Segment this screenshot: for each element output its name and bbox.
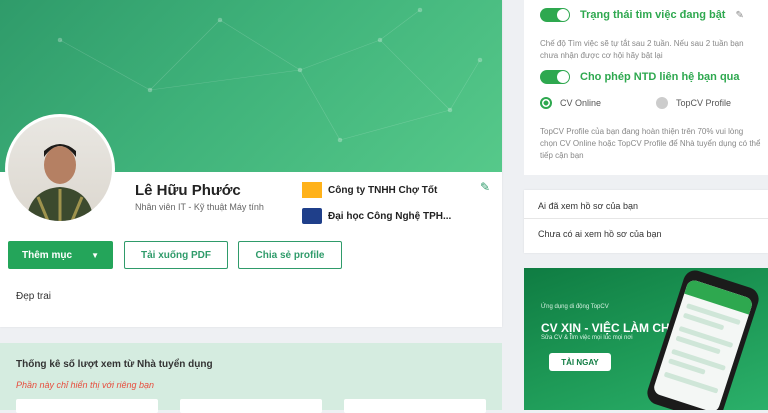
recruiter-views-stats: Thống kê số lượt xem từ Nhà tuyển dụng P… [0, 343, 502, 413]
avatar[interactable] [8, 117, 112, 221]
radio-topcv-profile-label: TopCV Profile [676, 98, 732, 108]
pencil-icon[interactable]: ✎ [735, 10, 743, 21]
add-section-button[interactable]: Thêm mục ▼ [8, 241, 113, 269]
viewers-empty-message: Chưa có ai xem hồ sơ của bạn [538, 229, 662, 239]
app-download-banner[interactable]: Ứng dụng di động TopCV CV XỊN - VIỆC LÀM… [524, 268, 768, 410]
avatar-photo [26, 144, 94, 221]
job-status-label: Trạng thái tìm việc đang bật [580, 9, 726, 21]
phone-mockup-image [644, 268, 762, 410]
allow-contact-row: Cho phép NTD liên hệ bạn qua [540, 70, 740, 84]
divider [524, 218, 768, 219]
company-name: Công ty TNHH Chợ Tốt [328, 184, 438, 196]
company-entry: Công ty TNHH Chợ Tốt [302, 182, 437, 198]
radio-topcv-profile[interactable]: TopCV Profile [656, 97, 731, 109]
school-name: Đại học Công Nghệ TPH... [328, 210, 452, 222]
add-section-label: Thêm mục [22, 249, 73, 261]
job-search-settings: Trạng thái tìm việc đang bật ✎ Chế độ Tì… [524, 0, 768, 175]
profile-job-title: Nhân viên IT - Kỹ thuật Máy tính [135, 202, 264, 212]
stat-box [180, 399, 322, 413]
radio-cv-online[interactable]: CV Online [540, 97, 601, 109]
banner-title: CV XỊN - VIỆC LÀM CHẤT [541, 321, 686, 335]
profile-card: Lê Hữu Phước Nhân viên IT - Kỹ thuật Máy… [0, 0, 502, 327]
profile-name: Lê Hữu Phước [135, 182, 241, 199]
stat-box [16, 399, 158, 413]
banner-kicker: Ứng dụng di động TopCV [541, 304, 609, 310]
school-entry: Đại học Công Nghệ TPH... [302, 208, 451, 224]
stat-box [344, 399, 486, 413]
company-logo-icon [302, 182, 322, 198]
caret-down-icon: ▼ [91, 250, 99, 260]
job-status-toggle[interactable] [540, 8, 570, 22]
job-status-description: Chế độ Tìm việc sẽ tự tắt sau 2 tuần. Nế… [540, 39, 744, 60]
allow-contact-toggle[interactable] [540, 70, 570, 84]
download-pdf-button[interactable]: Tải xuống PDF [124, 241, 228, 269]
pencil-icon[interactable]: ✎ [480, 180, 490, 194]
radio-selected-icon [540, 97, 552, 109]
profile-viewers-card: Ai đã xem hồ sơ của bạn Chưa có ai xem h… [524, 190, 768, 253]
viewers-title: Ai đã xem hồ sơ của bạn [538, 201, 638, 211]
radio-cv-online-label: CV Online [560, 98, 602, 108]
school-logo-icon [302, 208, 322, 224]
allow-contact-label: Cho phép NTD liên hệ bạn qua [580, 71, 740, 83]
share-profile-button[interactable]: Chia sẻ profile [238, 241, 342, 269]
stats-title: Thống kê số lượt xem từ Nhà tuyển dụng [16, 359, 213, 370]
profile-bio: Đẹp trai [16, 291, 52, 302]
banner-subtitle: Sửa CV & tìm việc mọi lúc mọi nơi [541, 335, 633, 341]
stats-private-note: Phần này chỉ hiển thị với riêng bạn [16, 380, 155, 390]
radio-unselected-icon [656, 97, 668, 109]
download-app-button[interactable]: TẢI NGAY [549, 353, 611, 371]
profile-visibility-description: TopCV Profile của bạn đang hoàn thiện tr… [540, 127, 761, 160]
job-status-row: Trạng thái tìm việc đang bật ✎ [540, 8, 744, 22]
